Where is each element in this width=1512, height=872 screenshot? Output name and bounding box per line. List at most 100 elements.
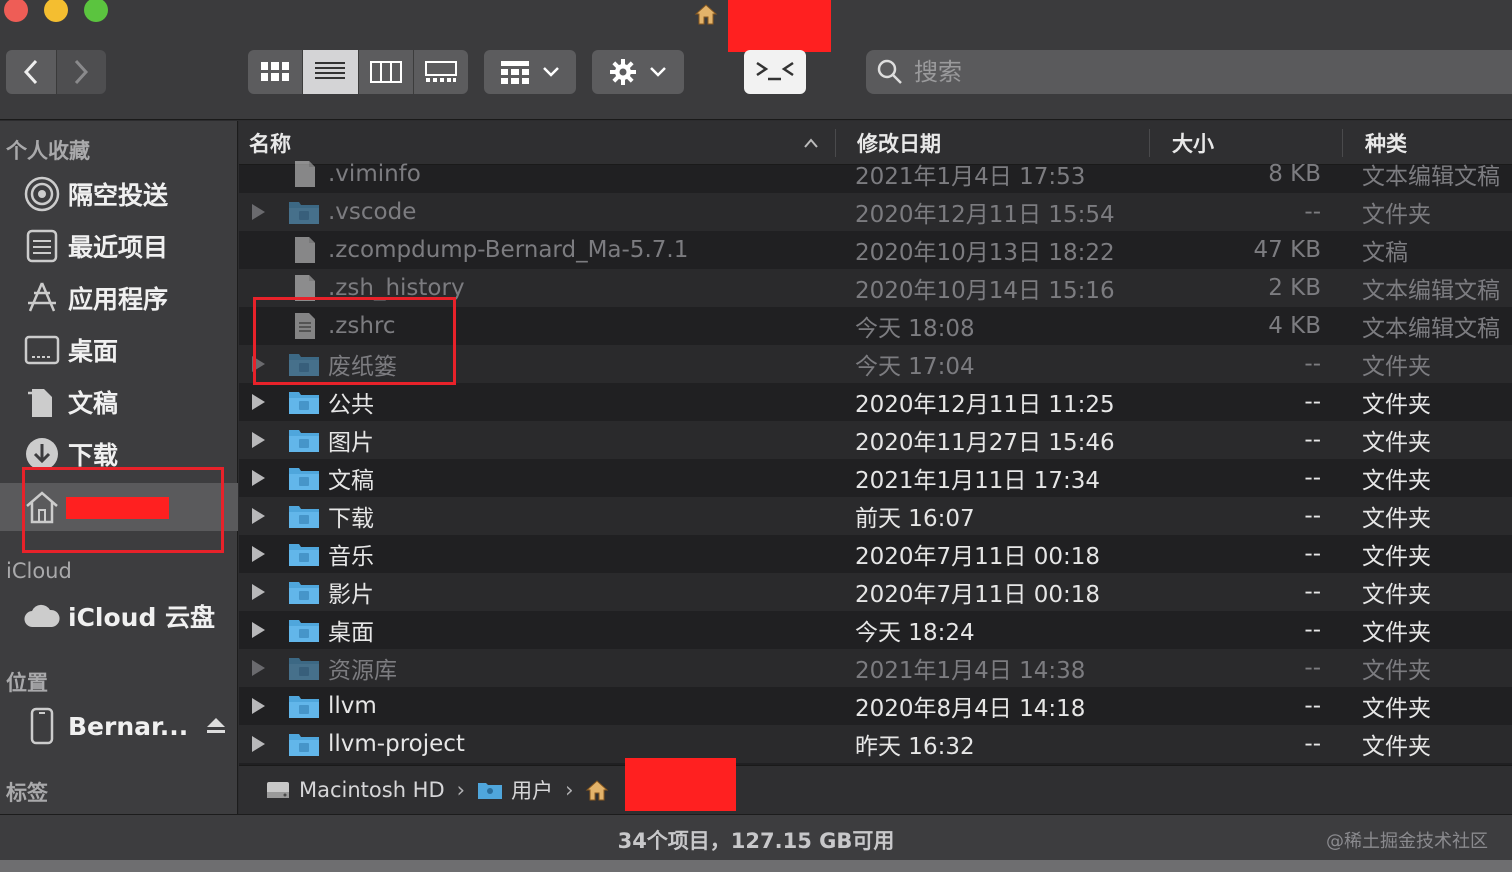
sidebar-item-documents[interactable]: 文稿 — [0, 379, 238, 425]
list-view-button[interactable] — [302, 50, 358, 94]
disclosure-triangle-icon[interactable] — [252, 622, 265, 638]
file-size: -- — [1304, 351, 1321, 377]
path-separator-icon: › — [456, 778, 466, 802]
file-kind: 文本编辑文稿 — [1362, 164, 1500, 190]
sidebar-item-desktop[interactable]: 桌面 — [0, 327, 238, 373]
gallery-view-button[interactable] — [412, 50, 468, 94]
file-date: 2020年12月11日 15:54 — [855, 202, 1115, 228]
sidebar-item-applications[interactable]: 应用程序 — [0, 275, 238, 321]
disclosure-triangle-icon[interactable] — [252, 546, 265, 562]
table-row[interactable]: .viminfo 2021年1月4日 17:53 8 KB 文本编辑文稿 — [239, 155, 1512, 193]
table-row[interactable]: .vscode 2020年12月11日 15:54 -- 文件夹 — [239, 193, 1512, 231]
file-kind: 文件夹 — [1362, 506, 1431, 532]
disclosure-triangle-icon[interactable] — [252, 736, 265, 752]
icon-view-button[interactable] — [248, 50, 303, 94]
group-by-button[interactable] — [484, 50, 576, 94]
table-row[interactable]: llvm-project 昨天 16:32 -- 文件夹 — [239, 725, 1512, 763]
airdrop-icon — [22, 174, 62, 214]
table-row[interactable]: llvm 2020年8月4日 14:18 -- 文件夹 — [239, 687, 1512, 725]
path-item-home[interactable] — [585, 778, 609, 802]
table-row[interactable]: 图片 2020年11月27日 15:46 -- 文件夹 — [239, 421, 1512, 459]
terminal-button[interactable] — [744, 50, 806, 94]
sidebar-item-label: iCloud 云盘 — [68, 603, 216, 632]
chevron-right-icon — [75, 59, 89, 85]
file-size: 2 KB — [1268, 275, 1321, 301]
back-button[interactable] — [6, 50, 56, 94]
eject-icon[interactable] — [206, 717, 226, 735]
icloud-heading: iCloud — [6, 559, 72, 583]
disclosure-triangle-icon[interactable] — [252, 394, 265, 410]
sidebar-item-label: 隔空投送 — [68, 181, 169, 210]
zoom-button[interactable] — [84, 0, 108, 22]
disclosure-triangle-icon[interactable] — [252, 204, 265, 220]
disclosure-triangle-icon[interactable] — [252, 660, 265, 676]
path-label: Macintosh HD — [299, 778, 445, 802]
window-controls — [4, 0, 108, 22]
path-item-users[interactable]: 用户 — [477, 775, 553, 805]
sidebar: 个人收藏 隔空投送 最近项目 应用程序 桌面 文稿 下载 iCloud iClo… — [0, 121, 238, 814]
sidebar-item-airdrop[interactable]: 隔空投送 — [0, 171, 238, 217]
folder-icon — [289, 544, 319, 566]
locations-heading: 位置 — [6, 671, 48, 695]
file-date: 昨天 16:32 — [855, 734, 975, 760]
file-size: -- — [1304, 503, 1321, 529]
file-name: llvm-project — [328, 731, 465, 757]
disclosure-triangle-icon[interactable] — [252, 432, 265, 448]
file-name: .zcompdump-Bernard_Ma-5.7.1 — [328, 237, 689, 263]
sidebar-item-recents[interactable]: 最近项目 — [0, 223, 238, 269]
file-date: 今天 18:24 — [855, 620, 975, 646]
table-row[interactable]: 影片 2020年7月11日 00:18 -- 文件夹 — [239, 573, 1512, 611]
sidebar-item-icloud-drive[interactable]: iCloud 云盘 — [0, 593, 238, 639]
file-kind: 文件夹 — [1362, 468, 1431, 494]
path-item-disk[interactable]: Macintosh HD — [265, 778, 445, 802]
window-bottom-edge — [0, 860, 1512, 872]
file-kind: 文件夹 — [1362, 544, 1431, 570]
forward-button[interactable] — [55, 50, 106, 94]
file-kind: 文件夹 — [1362, 696, 1431, 722]
table-row[interactable]: 音乐 2020年7月11日 00:18 -- 文件夹 — [239, 535, 1512, 573]
disclosure-triangle-icon[interactable] — [252, 584, 265, 600]
file-name: llvm — [328, 693, 377, 719]
sidebar-item-device[interactable]: Bernar... — [0, 703, 238, 749]
zshrc-highlight-box — [253, 297, 456, 385]
minimize-button[interactable] — [44, 0, 68, 22]
sidebar-item-label: 最近项目 — [68, 233, 169, 262]
gallery-icon — [424, 61, 457, 82]
column-view-button[interactable] — [357, 50, 413, 94]
file-size: -- — [1304, 427, 1321, 453]
disclosure-triangle-icon[interactable] — [252, 508, 265, 524]
disclosure-triangle-icon[interactable] — [252, 470, 265, 486]
search-field[interactable] — [866, 50, 1512, 94]
close-button[interactable] — [4, 0, 28, 22]
file-size: -- — [1304, 617, 1321, 643]
action-menu-button[interactable] — [592, 50, 684, 94]
file-size: -- — [1304, 693, 1321, 719]
path-separator-icon: › — [565, 778, 574, 802]
table-row[interactable]: .zcompdump-Bernard_Ma-5.7.1 2020年10月13日 1… — [239, 231, 1512, 269]
applications-icon — [22, 278, 62, 318]
phone-icon — [22, 706, 62, 746]
recents-icon — [22, 226, 62, 266]
file-date: 2020年7月11日 00:18 — [855, 582, 1101, 608]
file-date: 2020年7月11日 00:18 — [855, 544, 1101, 570]
file-kind: 文件夹 — [1362, 582, 1431, 608]
table-row[interactable]: 下载 前天 16:07 -- 文件夹 — [239, 497, 1512, 535]
title-redaction — [728, 0, 831, 52]
terminal-icon — [756, 61, 794, 81]
sort-ascending-icon — [804, 138, 818, 148]
cloud-icon — [22, 596, 62, 636]
file-size: 4 KB — [1268, 313, 1321, 339]
file-date: 2021年1月11日 17:34 — [855, 468, 1101, 494]
folder-icon — [289, 430, 319, 452]
table-row[interactable]: 公共 2020年12月11日 11:25 -- 文件夹 — [239, 383, 1512, 421]
table-row[interactable]: 桌面 今天 18:24 -- 文件夹 — [239, 611, 1512, 649]
search-input[interactable] — [914, 58, 1474, 86]
table-row[interactable]: 资源库 2021年1月4日 14:38 -- 文件夹 — [239, 649, 1512, 687]
table-row[interactable]: 文稿 2021年1月11日 17:34 -- 文件夹 — [239, 459, 1512, 497]
file-name: 图片 — [328, 430, 374, 456]
disclosure-triangle-icon[interactable] — [252, 698, 265, 714]
sidebar-item-label: 应用程序 — [68, 285, 169, 314]
file-date: 2020年11月27日 15:46 — [855, 430, 1115, 456]
file-date: 今天 18:08 — [855, 316, 975, 342]
status-bar: 34个项目，127.15 GB可用 @稀土掘金技术社区 — [0, 814, 1512, 860]
